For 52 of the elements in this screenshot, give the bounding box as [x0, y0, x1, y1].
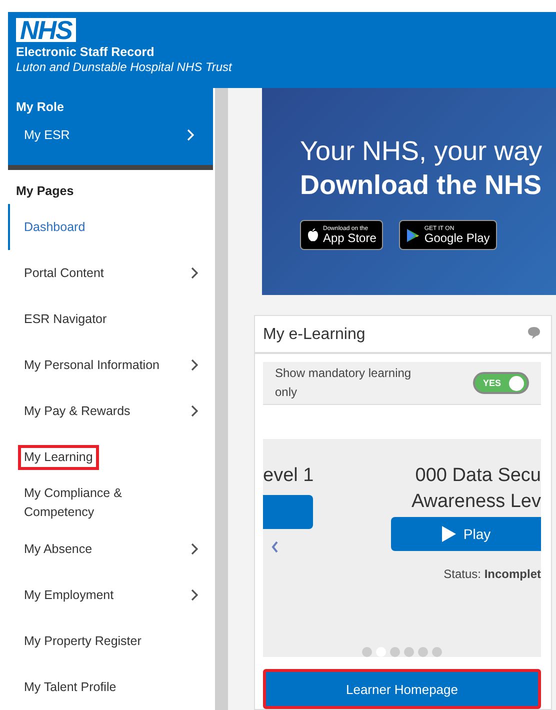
badge-store-name: App Store [323, 232, 376, 244]
sidebar-item-label: My Compliance & Competency [23, 485, 123, 521]
scrollbar[interactable] [215, 88, 228, 710]
role-heading: My Role [16, 100, 65, 114]
sidebar-item[interactable]: My Personal Information [8, 342, 213, 388]
sidebar-item[interactable]: My Pay & Rewards [8, 388, 213, 434]
badge-store-name: Google Play [424, 232, 490, 244]
sidebar-item-label: My Absence [23, 540, 94, 558]
course-button[interactable] [263, 495, 313, 529]
course-status: Status: Incomplet [444, 567, 541, 581]
app-title: Electronic Staff Record [16, 45, 154, 59]
play-icon [441, 525, 458, 543]
carousel-dot[interactable] [418, 647, 428, 657]
carousel-dot[interactable] [362, 647, 372, 657]
nhs-logo: NHS [16, 18, 76, 42]
carousel-dot[interactable] [390, 647, 400, 657]
sidebar-item-label: My Employment [23, 586, 115, 604]
banner-subheadline: Download the NHS [300, 169, 542, 202]
sidebar-item-label: Portal Content [23, 264, 105, 282]
toggle-label: Show mandatory learning only [275, 365, 412, 401]
course-title: 000 Data Secu [415, 464, 541, 488]
sidebar-item[interactable]: My Employment [8, 572, 213, 618]
role-menu-item[interactable]: My ESR [16, 114, 205, 142]
card-title: My e-Learning [263, 326, 366, 344]
previous-icon[interactable] [271, 541, 279, 553]
apple-icon [307, 228, 319, 242]
sidebar-item[interactable]: My Absence [8, 526, 213, 572]
pages-heading: My Pages [15, 184, 75, 198]
sidebar-item-label: My Property Register [23, 632, 142, 650]
sidebar-item-label: My Learning [18, 444, 99, 470]
sidebar-item[interactable]: My Compliance & Competency [8, 480, 213, 526]
course-title: evel 1 [263, 464, 314, 488]
sidebar-item[interactable]: Portal Content [8, 250, 213, 296]
speech-bubble-icon[interactable] [527, 326, 541, 339]
sidebar-item-label: My Personal Information [23, 356, 160, 374]
play-button[interactable]: Play [391, 517, 541, 551]
carousel-dot[interactable] [432, 647, 442, 657]
sidebar-item[interactable]: My Learning [8, 434, 213, 480]
sidebar-item[interactable]: My Property Register [8, 618, 213, 664]
sidebar-item[interactable]: ESR Navigator [8, 296, 213, 342]
banner-headline: Your NHS, your way [300, 135, 544, 168]
sidebar-item-label: My Talent Profile [23, 678, 118, 696]
sidebar-item[interactable]: My Talent Profile [8, 664, 213, 710]
sidebar-item-label: Dashboard [23, 218, 86, 236]
carousel-dot[interactable] [404, 647, 414, 657]
sidebar-item[interactable]: Dashboard [8, 204, 213, 250]
sidebar-item-label: My Pay & Rewards [23, 402, 132, 420]
sidebar-item-label: ESR Navigator [23, 310, 108, 328]
course-title: Awareness Lev [411, 490, 541, 514]
trust-name: Luton and Dunstable Hospital NHS Trust [16, 60, 232, 74]
play-icon [406, 228, 420, 242]
learner-homepage-button[interactable]: Learner Homepage [263, 669, 541, 709]
